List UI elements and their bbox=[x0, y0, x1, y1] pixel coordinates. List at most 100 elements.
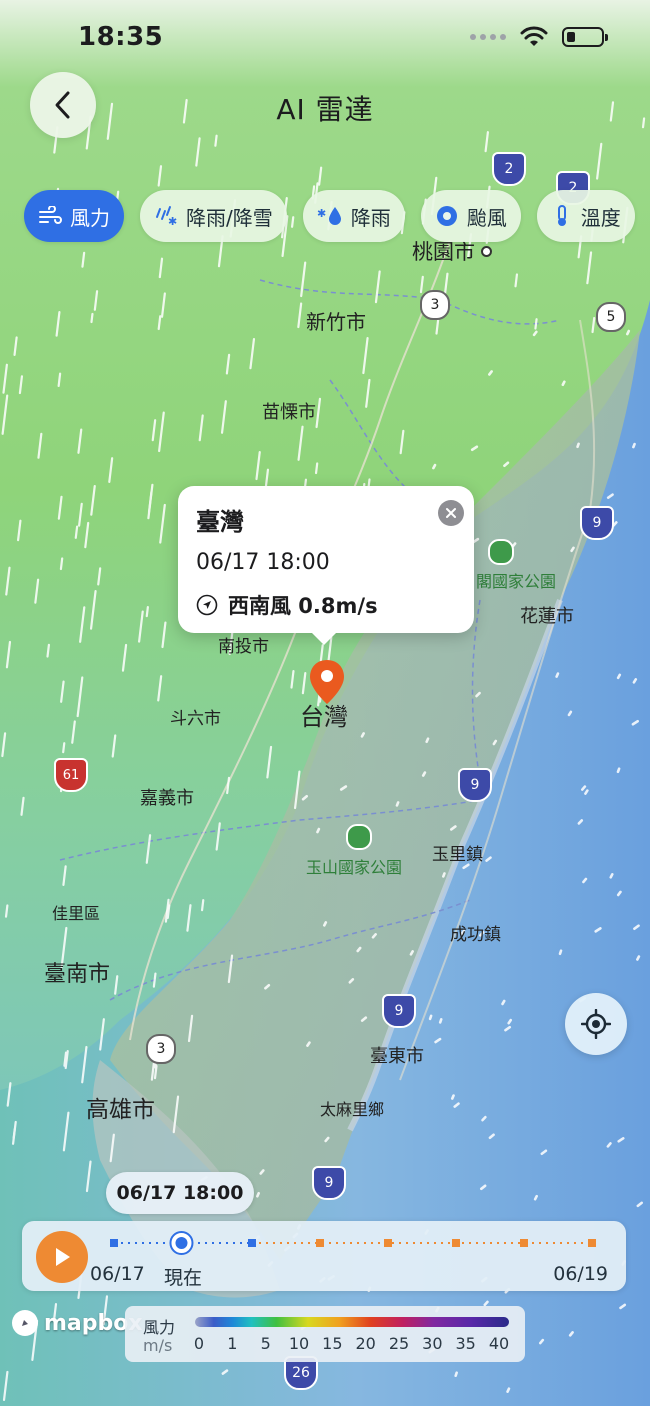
popup-wind: 西南風 0.8m/s bbox=[196, 590, 378, 620]
wind-streak bbox=[46, 643, 51, 658]
wind-streak bbox=[12, 1127, 16, 1139]
wind-streak bbox=[626, 329, 631, 336]
close-icon bbox=[446, 508, 456, 518]
typhoon-icon bbox=[436, 206, 457, 226]
wind-streak bbox=[425, 737, 430, 744]
wind-streak bbox=[442, 872, 446, 878]
wind-streak bbox=[409, 950, 414, 956]
legend-tick: 35 bbox=[455, 1334, 476, 1353]
wind-streak bbox=[428, 1014, 433, 1021]
wind-streak bbox=[74, 525, 79, 539]
wind-streak bbox=[421, 771, 427, 777]
wind-streak bbox=[360, 732, 365, 738]
wind-streak bbox=[322, 921, 328, 927]
wind-streak bbox=[570, 546, 575, 553]
chip-typhoon[interactable]: 颱風 bbox=[420, 190, 521, 242]
wind-streak bbox=[506, 1387, 511, 1393]
timeline-tick bbox=[520, 1239, 528, 1247]
wind-streak bbox=[496, 555, 501, 562]
timeline-tick bbox=[452, 1239, 460, 1247]
wind-streak bbox=[200, 899, 205, 912]
wind-streak bbox=[576, 442, 580, 449]
wind-streak bbox=[616, 890, 622, 897]
timeline-end-label: 06/19 bbox=[553, 1263, 608, 1285]
wind-legend: 風力 m/s 0 1 5 10 15 20 25 30 35 40 bbox=[125, 1306, 525, 1362]
legend-tick: 0 bbox=[193, 1334, 205, 1353]
timeline-tick bbox=[316, 1239, 324, 1247]
rain-icon: ✱ bbox=[317, 207, 341, 225]
timeline-tick bbox=[588, 1239, 596, 1247]
wind-streak bbox=[306, 1041, 311, 1047]
wind-streak bbox=[488, 370, 493, 376]
wind-streak bbox=[490, 554, 495, 561]
wind-streak bbox=[558, 949, 563, 956]
wind-streak bbox=[632, 442, 636, 449]
wind-streak bbox=[256, 1191, 260, 1198]
chip-wind[interactable]: 風力 bbox=[24, 190, 124, 242]
popup-wind-text: 西南風 0.8m/s bbox=[228, 594, 378, 618]
wind-streak bbox=[432, 463, 437, 470]
locate-me-button[interactable] bbox=[565, 993, 627, 1055]
popup-datetime: 06/17 18:00 bbox=[196, 550, 330, 575]
page-title: AI 雷達 bbox=[276, 93, 374, 126]
close-button[interactable] bbox=[438, 500, 464, 526]
mapbox-logo[interactable]: mapbox bbox=[12, 1310, 143, 1336]
timeline-start-label: 06/17 bbox=[90, 1263, 145, 1285]
chip-temperature[interactable]: 溫度 bbox=[536, 190, 635, 242]
wind-streak bbox=[616, 673, 622, 680]
popup-title: 臺灣 bbox=[196, 508, 244, 536]
info-popup: 臺灣 06/17 18:00 西南風 0.8m/s bbox=[178, 486, 474, 645]
battery-icon bbox=[562, 27, 608, 47]
timeline-panel: 06/17 現在 06/19 bbox=[22, 1221, 626, 1291]
wind-streak bbox=[57, 372, 62, 388]
legend-tick: 10 bbox=[288, 1334, 310, 1353]
legend-tick: 5 bbox=[260, 1334, 271, 1353]
legend-label: 風力 bbox=[143, 1318, 176, 1337]
current-time-bubble: 06/17 18:00 bbox=[106, 1172, 254, 1214]
status-bar: 18:35 bbox=[0, 0, 650, 80]
timeline-thumb-dot bbox=[175, 1237, 188, 1249]
wind-streak bbox=[609, 873, 614, 879]
legend-tick: 15 bbox=[322, 1334, 343, 1353]
wind-streak bbox=[533, 1194, 538, 1201]
wind-streak bbox=[59, 557, 64, 571]
wind-streak bbox=[157, 315, 162, 331]
chip-rain[interactable]: ✱ 降雨 bbox=[302, 190, 405, 242]
wind-streak bbox=[584, 789, 589, 795]
timeline-tick bbox=[384, 1239, 392, 1247]
legend-tick: 20 bbox=[355, 1334, 376, 1353]
chip-label: 溫度 bbox=[580, 205, 621, 230]
chip-rain-snow[interactable]: ✱ 降雨/降雪 bbox=[140, 190, 287, 242]
wind-streak bbox=[62, 742, 66, 754]
chip-label: 降雨 bbox=[350, 205, 391, 230]
wind-streak bbox=[145, 605, 149, 618]
timeline-now-label: 現在 bbox=[164, 1267, 203, 1289]
navigation-arrow-icon bbox=[196, 594, 218, 616]
layer-chips: 風力 ✱ 降雨/降雪 ✱ 降雨 颱風 溫度 bbox=[24, 190, 635, 244]
chip-label: 颱風 bbox=[466, 205, 507, 230]
wind-streak bbox=[501, 999, 506, 1006]
wind-streak bbox=[534, 318, 538, 330]
wind-streak bbox=[438, 1018, 443, 1024]
wind-streak bbox=[632, 678, 638, 684]
wifi-icon bbox=[520, 26, 548, 46]
legend-ticks: 0 1 5 10 15 20 25 30 35 40 bbox=[193, 1334, 515, 1356]
svg-text:✱: ✱ bbox=[317, 207, 326, 220]
wind-streak bbox=[314, 462, 319, 475]
wind-streak bbox=[395, 801, 400, 807]
svg-text:✱: ✱ bbox=[168, 215, 177, 227]
legend-unit: m/s bbox=[143, 1336, 173, 1355]
chip-label: 風力 bbox=[70, 205, 110, 230]
wind-streak bbox=[507, 1018, 513, 1025]
chip-label: 降雨/降雪 bbox=[186, 205, 273, 230]
wind-streak bbox=[454, 1371, 458, 1378]
wind-streak bbox=[460, 929, 466, 936]
legend-tick: 30 bbox=[422, 1334, 443, 1353]
status-indicators bbox=[470, 26, 608, 48]
wind-streak bbox=[514, 273, 519, 288]
legend-tick: 25 bbox=[388, 1334, 410, 1353]
wind-streak bbox=[492, 739, 498, 746]
timeline-tick bbox=[248, 1239, 256, 1247]
legend-tick: 40 bbox=[488, 1334, 510, 1353]
legend-tick: 1 bbox=[227, 1334, 238, 1353]
